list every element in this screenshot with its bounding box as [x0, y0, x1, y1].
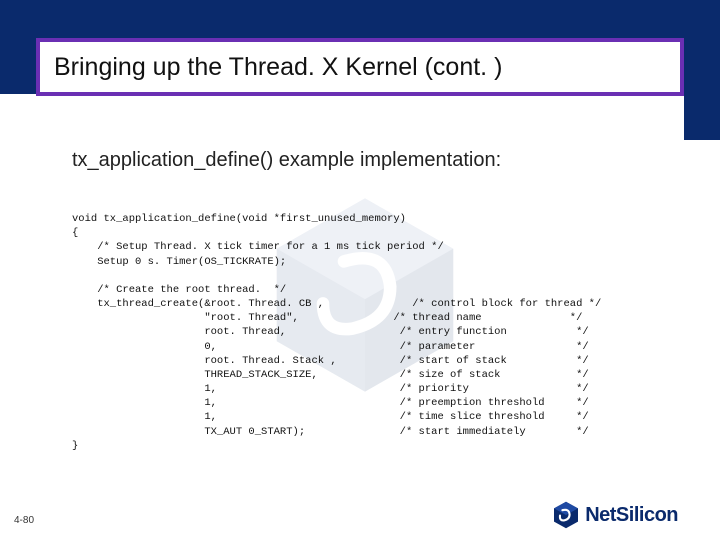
header-side-block — [684, 38, 720, 140]
slide: Bringing up the Thread. X Kernel (cont. … — [0, 0, 720, 540]
footer-logo: NetSilicon — [551, 500, 678, 530]
subtitle: tx_application_define() example implemen… — [72, 148, 660, 173]
code-content: void tx_application_define(void *first_u… — [72, 212, 682, 453]
code-block: void tx_application_define(void *first_u… — [72, 212, 682, 453]
slide-title: Bringing up the Thread. X Kernel (cont. … — [54, 53, 502, 82]
brand-icon — [551, 500, 581, 530]
brand-name: NetSilicon — [585, 504, 678, 527]
page-number: 4-80 — [14, 515, 34, 526]
title-box: Bringing up the Thread. X Kernel (cont. … — [36, 38, 684, 96]
